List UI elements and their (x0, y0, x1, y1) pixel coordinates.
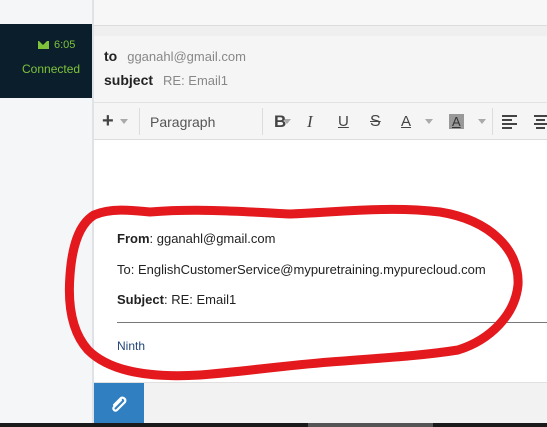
quoted-to-line: To: EnglishCustomerService@mypuretrainin… (117, 262, 486, 277)
bottom-bar (0, 423, 547, 427)
font-color-button[interactable]: A (401, 103, 434, 140)
connection-status: Connected (22, 62, 81, 76)
header-shadow (94, 26, 547, 36)
quoted-divider (117, 322, 547, 323)
quoted-subject-value: RE: Email1 (171, 292, 237, 307)
quoted-subject-label: Subject (117, 292, 164, 307)
chevron-down-icon (119, 119, 128, 124)
font-color-icon: A (401, 113, 412, 130)
insert-button[interactable]: + (102, 103, 128, 140)
envelope-icon (38, 41, 49, 49)
underline-button[interactable]: U (338, 103, 349, 140)
message-editor[interactable]: From: gganahl@gmail.com To: EnglishCusto… (94, 140, 547, 383)
top-strip (94, 0, 547, 26)
composer-footer (94, 383, 547, 423)
quoted-from-line: From: gganahl@gmail.com (117, 231, 276, 246)
subject-row[interactable]: subject RE: Email1 (104, 72, 228, 88)
editor-toolbar: + Paragraph B I U S A A (94, 102, 547, 140)
align-center-icon[interactable] (534, 115, 547, 131)
quoted-to-label: To (117, 262, 131, 277)
toolbar-separator (262, 108, 263, 135)
bold-button[interactable]: B (274, 103, 286, 140)
background-color-icon: A (449, 114, 464, 129)
agent-status-panel[interactable]: 6:05 Connected (0, 24, 92, 98)
to-label: to (104, 48, 118, 64)
status-time: 6:05 (38, 39, 75, 51)
chevron-down-icon (477, 119, 486, 124)
plus-icon: + (102, 110, 114, 132)
bottom-bar-segment (308, 423, 433, 427)
status-time-text: 6:05 (54, 39, 76, 51)
toolbar-separator (139, 108, 140, 135)
align-left-icon[interactable] (502, 115, 517, 131)
email-header: to gganahl@gmail.com subject RE: Email1 (94, 36, 547, 102)
quoted-body: Ninth (117, 339, 146, 353)
attach-button[interactable] (94, 383, 144, 423)
strikethrough-button[interactable]: S (370, 103, 381, 140)
quoted-to-value: EnglishCustomerService@mypuretraining.my… (137, 262, 486, 277)
to-value: gganahl@gmail.com (127, 49, 246, 64)
subject-label: subject (104, 72, 154, 88)
paragraph-format-select[interactable]: Paragraph (150, 103, 292, 140)
paperclip-icon (112, 396, 127, 412)
subject-value: RE: Email1 (163, 73, 229, 88)
background-color-button[interactable]: A (449, 103, 486, 140)
paragraph-label: Paragraph (150, 113, 216, 130)
quoted-from-label: From (117, 231, 150, 246)
quoted-subject-line: Subject: RE: Email1 (117, 292, 237, 307)
to-row[interactable]: to gganahl@gmail.com (104, 48, 246, 64)
chevron-down-icon (425, 119, 434, 124)
toolbar-separator (492, 108, 493, 135)
left-sidebar: 6:05 Connected (0, 0, 94, 427)
quoted-from-value: gganahl@gmail.com (156, 231, 276, 246)
italic-button[interactable]: I (307, 103, 313, 140)
